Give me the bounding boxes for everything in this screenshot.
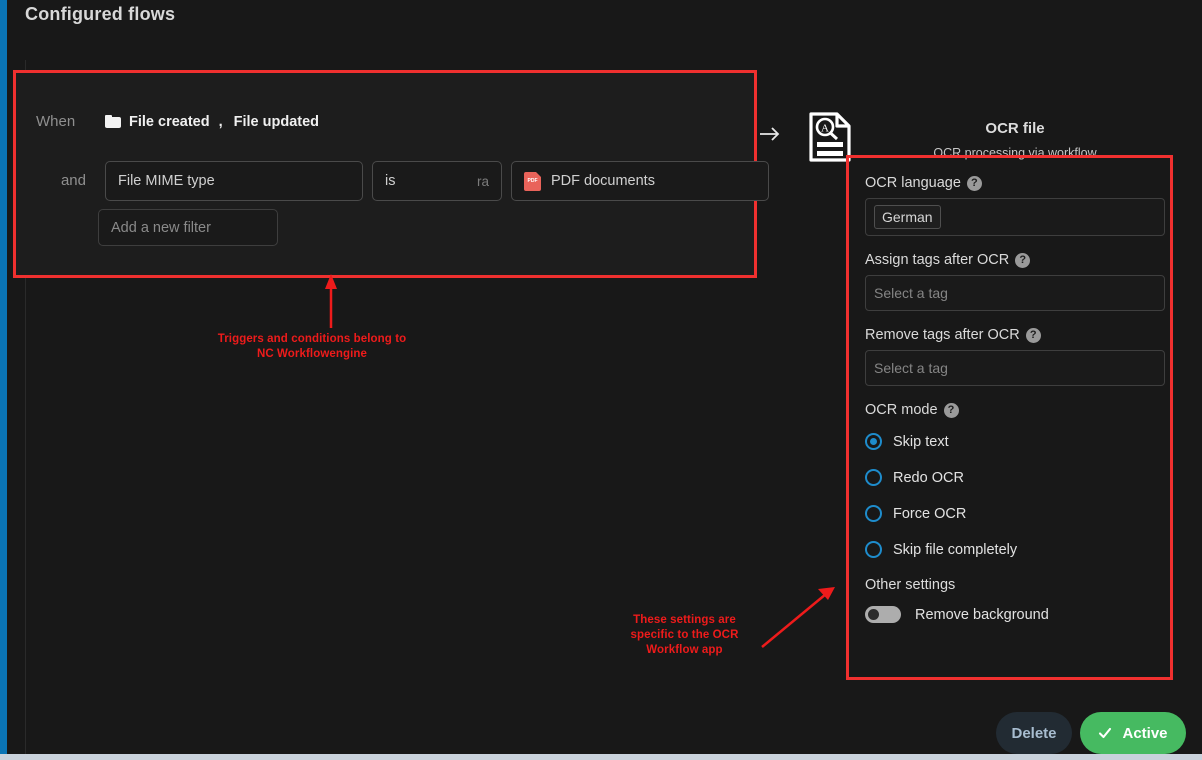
remove-background-toggle-row[interactable]: Remove background xyxy=(865,606,1165,623)
bottom-status-bar xyxy=(0,754,1202,760)
assign-tags-label: Assign tags after OCR xyxy=(865,252,1010,268)
ocr-mode-option-label: Redo OCR xyxy=(893,469,964,486)
remove-tags-placeholder: Select a tag xyxy=(874,360,948,376)
ocr-mode-option-skip-text[interactable]: Skip text xyxy=(865,433,1165,450)
filter-subject-select[interactable]: File MIME type xyxy=(105,161,363,201)
filter-operator-value: is xyxy=(385,173,396,189)
trigger-list[interactable]: File created , File updated xyxy=(105,114,319,130)
help-icon[interactable]: ? xyxy=(1025,327,1041,343)
annotation-triggers-line1: Triggers and conditions belong to xyxy=(217,333,407,345)
radio-icon[interactable] xyxy=(865,469,882,486)
remove-background-label: Remove background xyxy=(915,606,1049,623)
pdf-file-icon: PDF xyxy=(524,171,541,191)
ocr-mode-label: OCR mode xyxy=(865,402,938,418)
remove-tags-label-row: Remove tags after OCR ? xyxy=(865,327,1165,343)
trigger-conditions-card: When File created , File updated and Fil… xyxy=(13,70,769,278)
arrow-right-icon xyxy=(758,122,782,146)
app-root: Configured flows When File created , Fil… xyxy=(0,0,1202,760)
condition-row: and File MIME type is ra PDF PDF documen… xyxy=(36,161,769,201)
ocr-panel-title: OCR file xyxy=(985,120,1045,137)
app-navigation-strip xyxy=(0,0,7,754)
other-settings-title: Other settings xyxy=(865,577,956,593)
ocr-language-label: OCR language xyxy=(865,175,961,191)
annotation-triggers: Triggers and conditions belong to NC Wor… xyxy=(203,332,421,362)
remove-tags-label: Remove tags after OCR xyxy=(865,327,1020,343)
ocr-mode-option-redo-ocr[interactable]: Redo OCR xyxy=(865,469,1165,486)
ocr-language-group: OCR language ? German xyxy=(865,175,1165,236)
annotation-ocr-line2: specific to the OCR xyxy=(630,629,739,641)
remove-tags-group: Remove tags after OCR ? Select a tag xyxy=(865,327,1165,386)
ocr-settings-form: OCR language ? German Assign tags after … xyxy=(865,175,1165,623)
filter-subject-value: File MIME type xyxy=(118,173,215,189)
filter-value-select[interactable]: PDF PDF documents xyxy=(511,161,769,201)
toggle-switch-icon[interactable] xyxy=(865,606,901,623)
assign-tags-label-row: Assign tags after OCR ? xyxy=(865,252,1165,268)
help-icon[interactable]: ? xyxy=(1015,252,1031,268)
add-new-filter-input[interactable]: Add a new filter xyxy=(98,209,278,246)
trigger-file-updated: File updated xyxy=(233,113,320,130)
delete-button[interactable]: Delete xyxy=(996,712,1072,754)
ocr-mode-option-label: Skip text xyxy=(893,433,949,450)
filter-operator-truncated-text: ra xyxy=(476,173,489,189)
assign-tags-placeholder: Select a tag xyxy=(874,285,948,301)
ocr-mode-option-skip-file[interactable]: Skip file completely xyxy=(865,541,1165,558)
annotation-triggers-line2: NC Workflowengine xyxy=(256,348,368,360)
ocr-mode-label-row: OCR mode ? xyxy=(865,402,1165,418)
help-icon[interactable]: ? xyxy=(966,175,982,191)
when-row: When File created , File updated xyxy=(36,113,319,130)
ocr-mode-option-label: Force OCR xyxy=(893,505,967,522)
annotation-ocr-settings: These settings are specific to the OCR W… xyxy=(612,613,757,658)
active-button-label: Active xyxy=(1122,724,1168,742)
radio-icon[interactable] xyxy=(865,505,882,522)
trigger-file-created: File created xyxy=(129,113,210,130)
ocr-language-label-row: OCR language ? xyxy=(865,175,1165,191)
annotation-ocr-line1: These settings are xyxy=(633,614,736,626)
svg-text:A: A xyxy=(821,123,829,135)
active-button[interactable]: Active xyxy=(1080,712,1186,754)
trigger-separator: , xyxy=(218,113,223,130)
radio-icon[interactable] xyxy=(865,541,882,558)
folder-icon xyxy=(105,115,121,128)
remove-tags-input[interactable]: Select a tag xyxy=(865,350,1165,386)
assign-tags-input[interactable]: Select a tag xyxy=(865,275,1165,311)
filter-value-text: PDF documents xyxy=(551,173,655,189)
assign-tags-group: Assign tags after OCR ? Select a tag xyxy=(865,252,1165,311)
ocr-language-chip[interactable]: German xyxy=(874,205,941,229)
ocr-mode-option-force-ocr[interactable]: Force OCR xyxy=(865,505,1165,522)
check-icon xyxy=(1098,726,1112,740)
filter-operator-select[interactable]: is ra xyxy=(372,161,502,201)
help-icon[interactable]: ? xyxy=(943,402,959,418)
when-label: When xyxy=(36,113,76,130)
annotation-ocr-line3: Workflow app xyxy=(646,644,723,656)
radio-icon[interactable] xyxy=(865,433,882,450)
page-title: Configured flows xyxy=(25,4,176,24)
add-new-filter-placeholder: Add a new filter xyxy=(111,219,211,236)
ocr-mode-option-label: Skip file completely xyxy=(893,541,1018,558)
ocr-language-input[interactable]: German xyxy=(865,198,1165,236)
and-label: and xyxy=(60,172,86,189)
